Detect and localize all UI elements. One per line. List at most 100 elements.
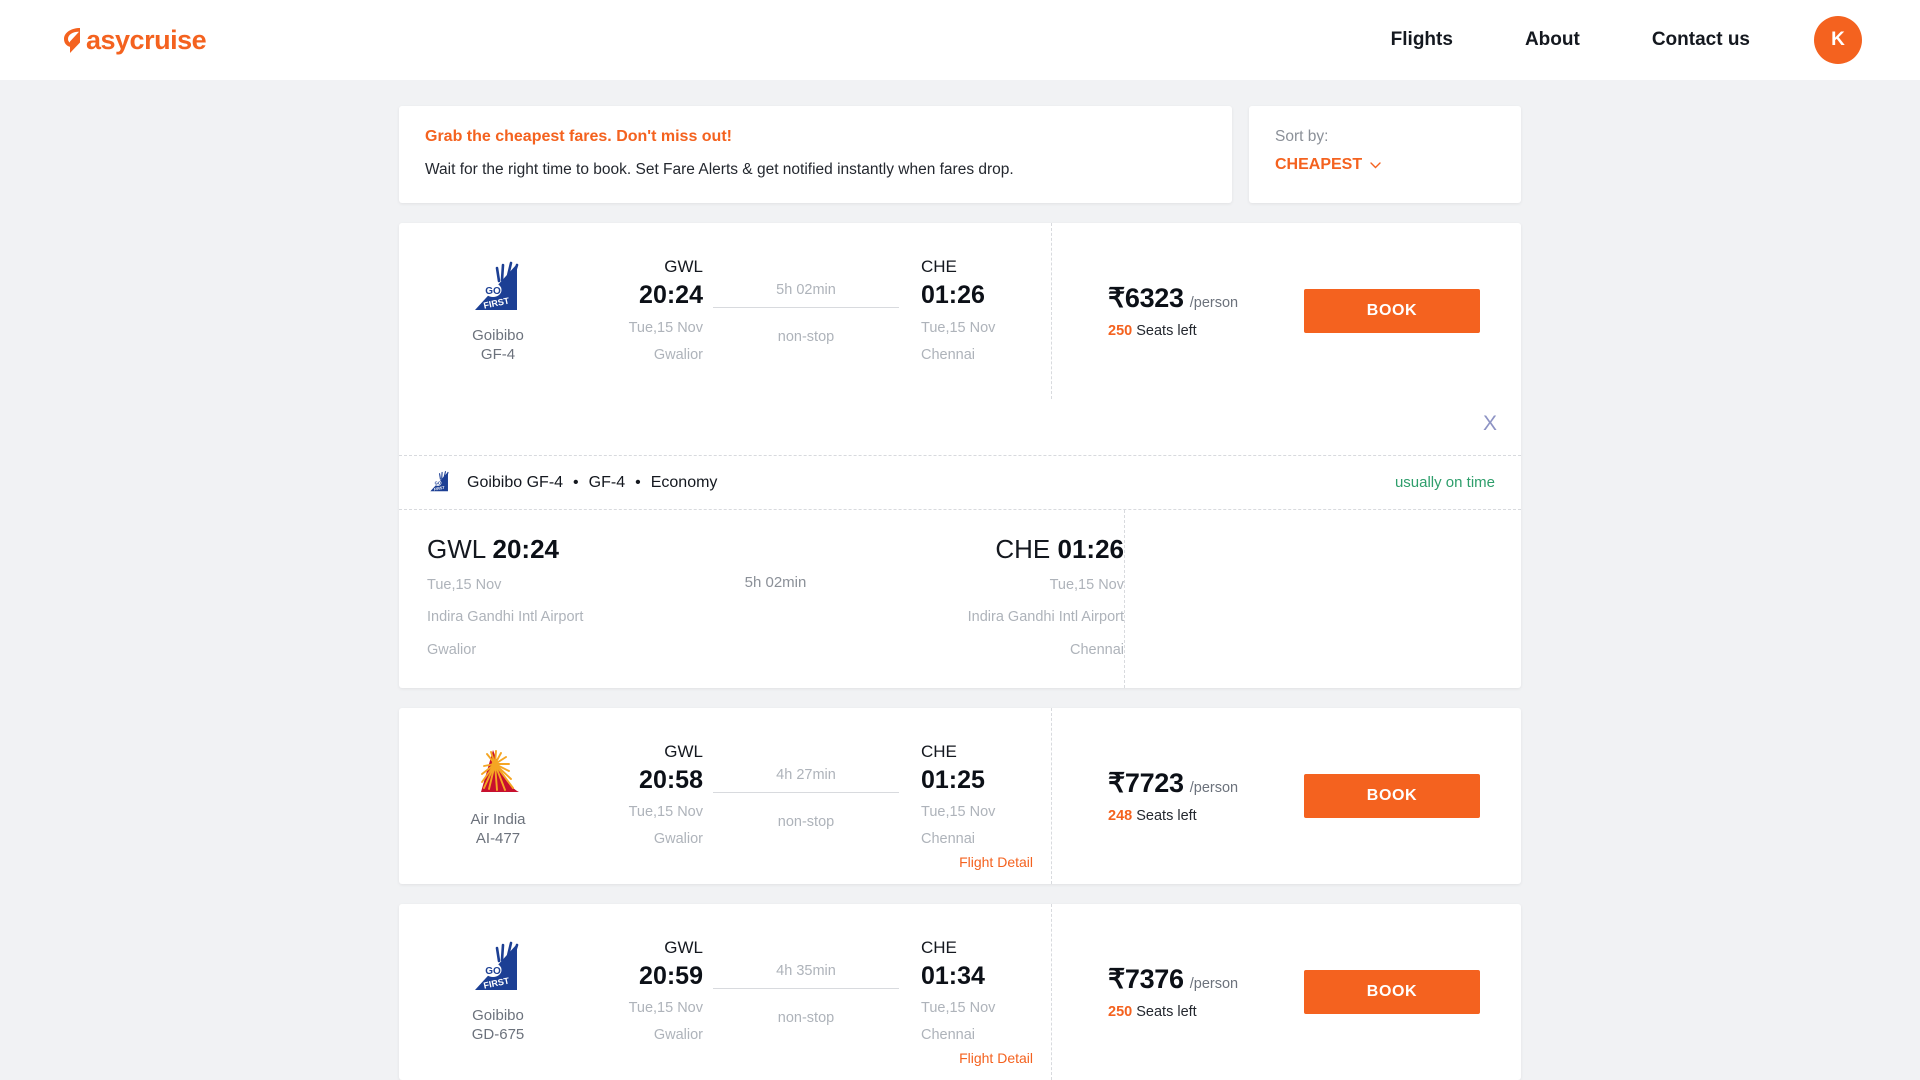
- departure-time: 20:24: [639, 281, 703, 310]
- seats-count: 250: [1108, 323, 1133, 339]
- fare-alert-banner: Grab the cheapest fares. Don't miss out!…: [399, 106, 1232, 203]
- price-section: ₹7376 /person 250 Seats left BOOK: [1052, 904, 1532, 1080]
- main-nav: Flights About Contact us K: [1319, 16, 1862, 64]
- departure-iata: GWL: [664, 938, 703, 958]
- detail-airline-flight: Goibibo GF-4: [467, 473, 564, 491]
- arrival-block: CHE 01:34 Tue,15 Nov Chennai: [909, 937, 1037, 1046]
- flight-times: GWL 20:58 Tue,15 Nov Gwalior 4h 27min no…: [585, 741, 1051, 850]
- departure-city: Gwalior: [653, 831, 703, 848]
- price-section: ₹6323 /person 250 Seats left BOOK: [1052, 223, 1532, 399]
- price-block: ₹7376 /person 250 Seats left: [1108, 964, 1304, 1020]
- sort-by-value: CHEAPEST: [1275, 156, 1363, 173]
- flight-summary-row: GO FIRST Goibibo GD-675 GWL 20:59 Tue,15…: [399, 903, 1521, 1080]
- avatar[interactable]: K: [1814, 16, 1862, 64]
- brand-logo[interactable]: asycruise: [58, 25, 207, 55]
- air-india-logo: [467, 744, 529, 802]
- detail-cabin-class: Economy: [650, 473, 718, 491]
- top-strip: Grab the cheapest fares. Don't miss out!…: [399, 106, 1521, 203]
- detail-arrival-iata: CHE: [995, 534, 1051, 564]
- detail-arrival-date: Tue,15 Nov: [1049, 577, 1124, 594]
- arrival-date: Tue,15 Nov: [921, 804, 996, 821]
- duration-line: [713, 307, 899, 309]
- go-first-logo: GO FIRST: [467, 260, 529, 318]
- flight-stops: non-stop: [777, 329, 835, 346]
- flight-card[interactable]: Air India AI-477 GWL 20:58 Tue,15 Nov Gw…: [399, 707, 1521, 884]
- svg-text:GO: GO: [435, 481, 442, 486]
- status-badge: usually on time: [1394, 474, 1495, 491]
- seats-count: 248: [1108, 807, 1133, 824]
- sort-by-panel: Sort by: CHEAPEST: [1249, 106, 1521, 203]
- easycruise-e-icon: [58, 25, 84, 55]
- departure-iata: GWL: [664, 257, 703, 277]
- departure-block: GWL 20:24 Tue,15 Nov Gwalior: [585, 256, 703, 365]
- detail-duration: 5h 02min: [744, 574, 807, 591]
- duration-block: 5h 02min non-stop: [703, 256, 909, 345]
- seats-left-label: Seats left: [1136, 807, 1197, 824]
- detail-departure-time: 20:24: [492, 534, 560, 564]
- flight-detail-link[interactable]: Flight Detail: [959, 854, 1033, 870]
- detail-departure-date: Tue,15 Nov: [427, 577, 502, 594]
- flight-stops: non-stop: [777, 1010, 835, 1027]
- duration-block: 4h 27min non-stop: [703, 741, 909, 830]
- flight-stops: non-stop: [777, 814, 835, 831]
- airline-block: GO FIRST Goibibo GF-4: [399, 260, 585, 363]
- svg-text:GO: GO: [485, 966, 501, 977]
- airline-block: Air India AI-477: [399, 744, 585, 847]
- departure-date: Tue,15 Nov: [628, 1000, 703, 1017]
- book-button[interactable]: BOOK: [1304, 773, 1480, 818]
- flight-summary-row: GO FIRST Goibibo GF-4 GWL 20:24 Tue,15 N…: [399, 223, 1521, 399]
- duration-line: [713, 792, 899, 794]
- book-button[interactable]: BOOK: [1304, 289, 1480, 333]
- arrival-time: 01:34: [921, 961, 985, 990]
- nav-item-flights[interactable]: Flights: [1391, 29, 1453, 51]
- flight-duration: 5h 02min: [776, 282, 836, 299]
- detail-departure-block: GWL 20:24 Tue,15 Nov Indira Gandhi Intl …: [427, 534, 677, 662]
- detail-flight-code: GF-4: [588, 473, 626, 491]
- close-icon[interactable]: X: [1483, 412, 1497, 436]
- flight-card[interactable]: GO FIRST Goibibo GD-675 GWL 20:59 Tue,15…: [399, 903, 1521, 1080]
- departure-block: GWL 20:59 Tue,15 Nov Gwalior: [585, 937, 703, 1046]
- flight-info-section: Air India AI-477 GWL 20:58 Tue,15 Nov Gw…: [399, 707, 1052, 884]
- go-first-logo: GO FIRST: [467, 940, 529, 998]
- detail-arrival-time: 01:26: [1057, 534, 1125, 564]
- detail-arrival-city: Chennai: [1069, 641, 1124, 658]
- detail-right-panel: [1125, 510, 1521, 688]
- departure-date: Tue,15 Nov: [628, 804, 703, 821]
- price-section: ₹7723 /person 248 Seats left BOOK: [1052, 708, 1532, 884]
- departure-time: 20:58: [639, 765, 703, 794]
- seats-left-label: Seats left: [1136, 1003, 1197, 1020]
- fare-alert-title: Grab the cheapest fares. Don't miss out!: [425, 128, 732, 145]
- flight-summary-row: Air India AI-477 GWL 20:58 Tue,15 Nov Gw…: [399, 707, 1521, 884]
- duration-line: [713, 988, 899, 990]
- airline-name: Air India: [470, 811, 526, 829]
- flight-info-section: GO FIRST Goibibo GF-4 GWL 20:24 Tue,15 N…: [399, 223, 1052, 399]
- airline-flight-code: GD-675: [471, 1026, 525, 1044]
- flight-price: ₹6323: [1108, 283, 1184, 313]
- flight-price: ₹7376: [1108, 963, 1184, 994]
- flight-times: GWL 20:59 Tue,15 Nov Gwalior 4h 35min no…: [585, 937, 1051, 1046]
- flight-duration: 4h 35min: [776, 963, 836, 980]
- arrival-city: Chennai: [921, 346, 976, 363]
- fare-alert-subtitle: Wait for the right time to book. Set Far…: [425, 161, 1014, 178]
- airline-name: Goibibo: [472, 326, 524, 344]
- detail-departure-city: Gwalior: [427, 641, 477, 658]
- departure-city: Gwalior: [653, 1027, 703, 1044]
- seats-left-label: Seats left: [1136, 323, 1197, 339]
- content-container: Grab the cheapest fares. Don't miss out!…: [399, 106, 1521, 1080]
- flight-price: ₹7723: [1108, 767, 1184, 798]
- flight-info-section: GO FIRST Goibibo GD-675 GWL 20:59 Tue,15…: [399, 903, 1052, 1080]
- arrival-iata: CHE: [921, 742, 957, 762]
- book-button[interactable]: BOOK: [1304, 969, 1480, 1014]
- flight-detail-link[interactable]: Flight Detail: [959, 1050, 1033, 1066]
- flight-card[interactable]: GO FIRST Goibibo GF-4 GWL 20:24 Tue,15 N…: [399, 223, 1521, 688]
- detail-close-row: X: [399, 399, 1521, 455]
- sort-by-select[interactable]: CHEAPEST: [1275, 156, 1495, 174]
- nav-item-about[interactable]: About: [1525, 29, 1580, 51]
- airline-flight-code: AI-477: [475, 830, 521, 848]
- detail-departure-heading: GWL 20:24: [427, 534, 677, 565]
- departure-block: GWL 20:58 Tue,15 Nov Gwalior: [585, 741, 703, 850]
- separator-dot: •: [635, 473, 641, 491]
- price-block: ₹6323 /person 250 Seats left: [1108, 283, 1304, 339]
- go-first-logo: GO FIRST: [427, 470, 467, 495]
- nav-item-contact-us[interactable]: Contact us: [1652, 29, 1750, 51]
